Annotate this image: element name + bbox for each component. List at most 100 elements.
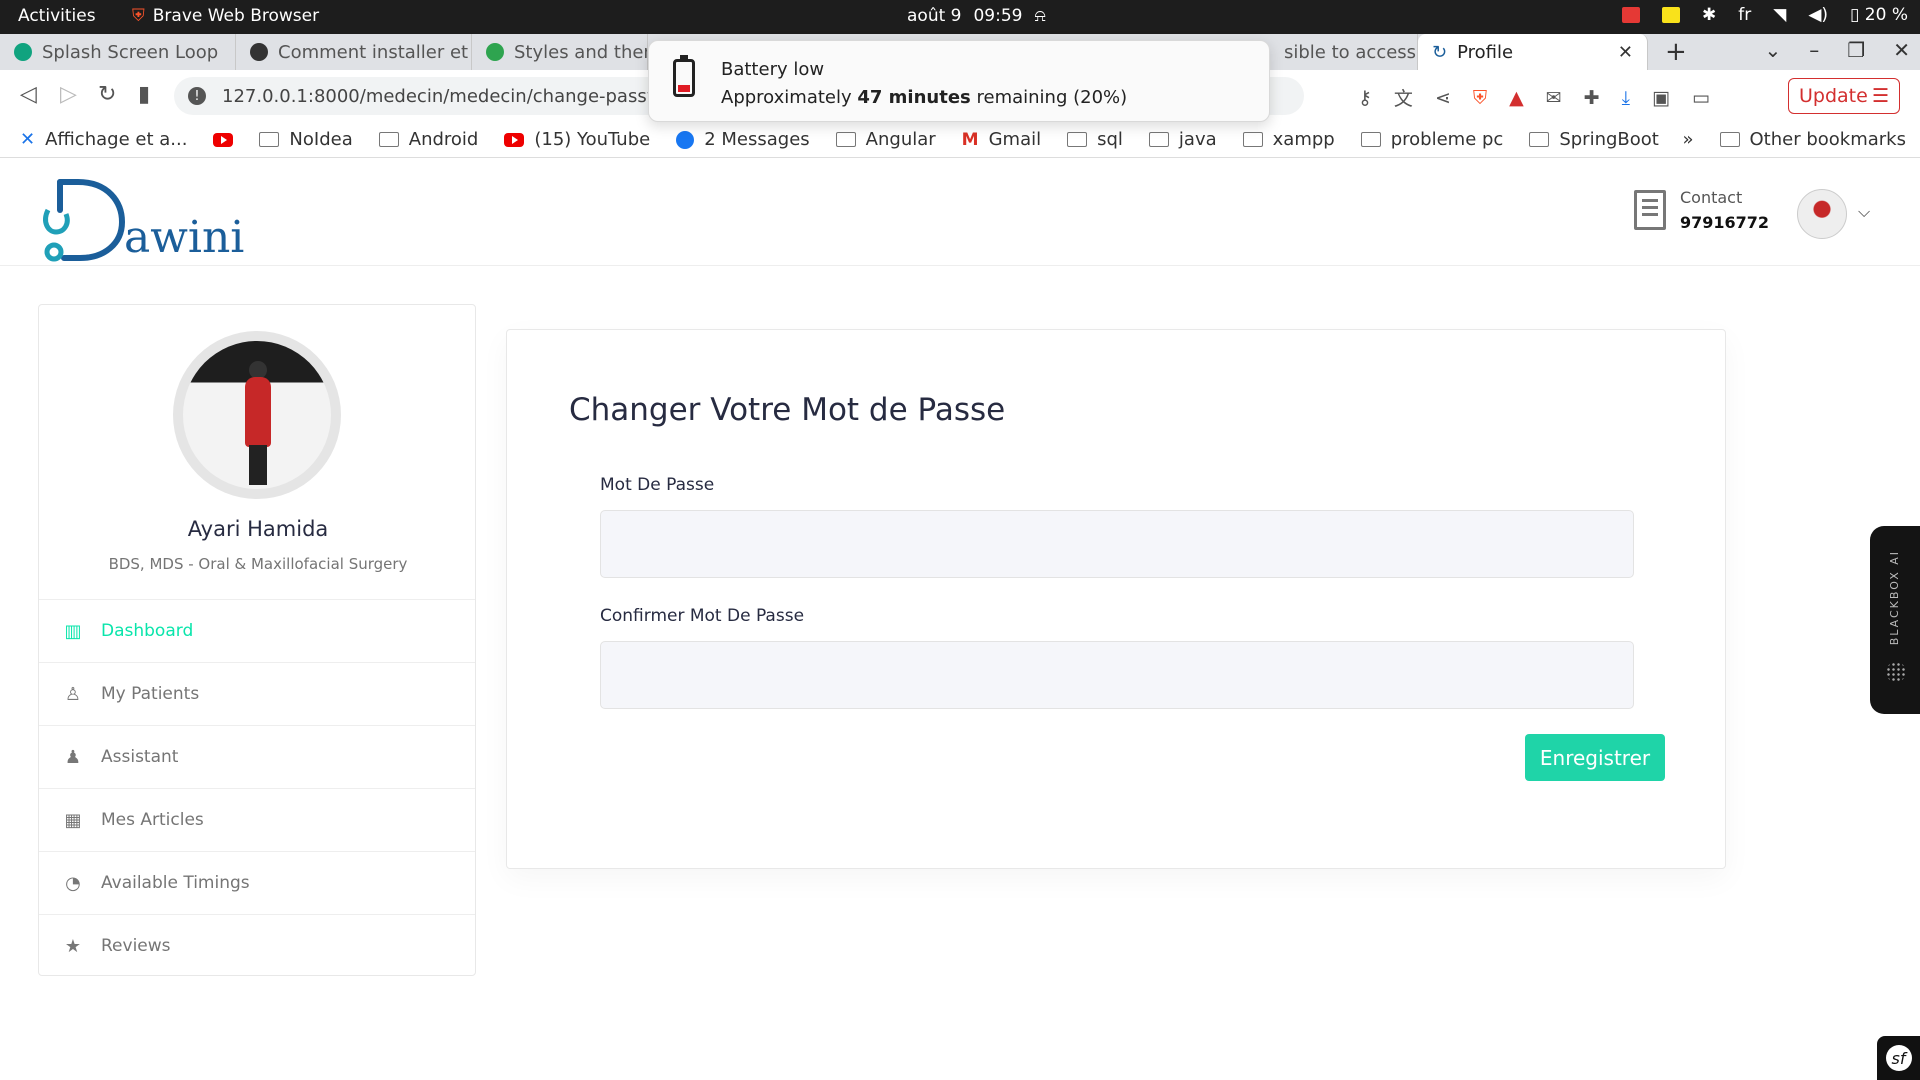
sidebar-item-dashboard[interactable]: ▥ Dashboard	[39, 599, 475, 662]
blackbox-label: BLACKBOX AI	[1888, 550, 1901, 646]
facebook-icon	[676, 130, 695, 149]
profile-specialty: BDS, MDS - Oral & Maxillofacial Surgery	[108, 555, 408, 573]
key-icon[interactable]: ⚷	[1358, 87, 1372, 109]
close-tab-icon[interactable]: ✕	[1618, 42, 1633, 63]
mail-icon[interactable]: ✉	[1546, 87, 1562, 109]
bookmark-java[interactable]: java	[1148, 129, 1217, 150]
system-tray[interactable]: ✱ fr ◥ ◀) ▯ 20 %	[1622, 5, 1908, 25]
folder-icon	[835, 132, 856, 147]
notification-body: Approximately 47 minutes remaining (20%)	[721, 87, 1127, 108]
bookmark-label: sql	[1097, 129, 1123, 150]
sidebar-toggle-icon[interactable]: ▣	[1652, 87, 1670, 109]
bookmark-label: Android	[408, 129, 479, 150]
system-top-bar: Activities ⛨ Brave Web Browser août 9 09…	[0, 0, 1920, 34]
bookmark-probleme-pc[interactable]: probleme pc	[1360, 129, 1503, 150]
profile-photo	[183, 341, 331, 489]
bookmark-gmail[interactable]: M Gmail	[962, 129, 1041, 150]
app-name: Brave Web Browser	[152, 6, 320, 26]
reload-icon[interactable]: ↻	[98, 82, 116, 107]
password-input[interactable]	[600, 510, 1634, 578]
anydesk-icon[interactable]	[1622, 7, 1640, 23]
new-tab-button[interactable]: +	[1665, 37, 1687, 67]
tab-access[interactable]: sible to access a	[1270, 34, 1418, 70]
bookmark-xampp[interactable]: xampp	[1242, 129, 1335, 150]
sidebar-item-label: My Patients	[101, 684, 200, 704]
share-icon[interactable]: ⋖	[1435, 87, 1451, 109]
other-bookmarks[interactable]: Other bookmarks	[1719, 129, 1906, 150]
update-label: Update	[1799, 85, 1868, 107]
bookmark-angular[interactable]: Angular	[835, 129, 936, 150]
profile-name: Ayari Hamida	[187, 517, 329, 541]
maximize-icon[interactable]: ❐	[1847, 38, 1865, 62]
bookmark-messages[interactable]: 2 Messages	[676, 129, 810, 150]
linux-icon	[250, 43, 268, 61]
bookmark-android[interactable]: Android	[378, 129, 479, 150]
change-password-card: Changer Votre Mot de Passe Mot De Passe …	[506, 329, 1726, 869]
battery-notification[interactable]: Battery low Approximately 47 minutes rem…	[648, 40, 1270, 122]
contact-label: Contact	[1680, 188, 1743, 207]
tab-splash-screen-loop[interactable]: Splash Screen Loop	[0, 34, 236, 70]
date-label: août 9	[907, 6, 962, 26]
brave-shields-icon[interactable]: ⛨	[1473, 87, 1487, 109]
url-text[interactable]: 127.0.0.1:8000/medecin/medecin/change-pa…	[222, 86, 691, 107]
folder-icon	[1148, 132, 1169, 147]
more-bookmarks-button[interactable]: »	[1683, 129, 1694, 150]
language-indicator[interactable]: fr	[1738, 5, 1751, 25]
tab-search-icon[interactable]: ⌄	[1765, 38, 1782, 62]
user-avatar[interactable]	[1797, 189, 1847, 239]
window-close-icon[interactable]: ✕	[1893, 38, 1910, 62]
sidebar-item-mes-articles[interactable]: ▦ Mes Articles	[39, 788, 475, 851]
bookmark-noidea[interactable]: NoIdea	[259, 129, 353, 150]
bookmark-youtube-1[interactable]	[213, 132, 234, 147]
bookmark-sql[interactable]: sql	[1067, 129, 1123, 150]
bookmark-springboot[interactable]: SpringBoot	[1529, 129, 1659, 150]
bookmark-affichage[interactable]: ✕ Affichage et a...	[20, 129, 187, 150]
gmail-icon: M	[961, 129, 979, 150]
extensions-icon[interactable]: ✚	[1584, 87, 1600, 109]
assistant-icon: ♟	[64, 746, 82, 768]
chevron-down-icon[interactable]: ⌵	[1858, 202, 1870, 222]
back-icon[interactable]: ◁	[20, 82, 37, 107]
symfony-toolbar-toggle[interactable]: sf	[1877, 1036, 1920, 1080]
bookmarks-right: » Other bookmarks	[1683, 129, 1907, 150]
translate-icon[interactable]: 文	[1394, 84, 1413, 111]
bookmark-label: xampp	[1272, 129, 1335, 150]
bookmark-icon[interactable]: ▮	[138, 82, 150, 107]
site-info-icon[interactable]: !	[188, 87, 206, 105]
save-button[interactable]: Enregistrer	[1525, 734, 1665, 781]
blackbox-ai-widget[interactable]: BLACKBOX AI	[1870, 526, 1920, 714]
minimize-icon[interactable]: –	[1809, 38, 1819, 62]
menu-icon: ☰	[1871, 85, 1889, 107]
tab-comment-installer[interactable]: Comment installer et l	[236, 34, 472, 70]
tab-styles-and-themes[interactable]: Styles and them	[472, 34, 648, 70]
confirm-password-input[interactable]	[600, 641, 1634, 709]
accessibility-icon[interactable]: ✱	[1702, 5, 1716, 25]
sidebar-item-label: Mes Articles	[101, 810, 204, 830]
dashboard-icon: ▥	[64, 620, 82, 642]
profile-sidebar: Ayari Hamida BDS, MDS - Oral & Maxillofa…	[38, 304, 476, 976]
sidebar-item-my-patients[interactable]: ♙ My Patients	[39, 662, 475, 725]
update-button[interactable]: Update ☰	[1788, 78, 1900, 114]
bookmark-label: (15) YouTube	[534, 129, 651, 150]
bookmarks-bar: ✕ Affichage et a... NoIdea Android (15) Y…	[0, 122, 1920, 158]
brave-rewards-icon[interactable]: ▲	[1509, 87, 1524, 109]
activities-button[interactable]: Activities	[18, 6, 96, 26]
toolbar-icons: ⚷ 文 ⋖ ⛨ ▲ ✉ ✚ ⤓ ▣ ▭	[1358, 84, 1710, 111]
forward-icon[interactable]: ▷	[60, 82, 77, 107]
clock[interactable]: août 9 09:59 ⍾	[907, 6, 1046, 26]
tab-profile[interactable]: ↻ Profile ✕	[1418, 34, 1648, 70]
bookmark-youtube-2[interactable]: (15) YouTube	[504, 129, 650, 150]
confirm-password-label: Confirmer Mot De Passe	[600, 606, 805, 626]
bookmark-label: SpringBoot	[1559, 129, 1659, 150]
sidebar-item-reviews[interactable]: ★ Reviews	[39, 914, 475, 977]
wallet-icon[interactable]: ▭	[1692, 87, 1710, 109]
sidebar-item-available-timings[interactable]: ◔ Available Timings	[39, 851, 475, 914]
sidebar-item-label: Available Timings	[101, 873, 250, 893]
notes-icon[interactable]	[1662, 7, 1680, 23]
sidebar-item-assistant[interactable]: ♟ Assistant	[39, 725, 475, 788]
app-menu[interactable]: ⛨ Brave Web Browser	[132, 6, 319, 26]
download-icon[interactable]: ⤓	[1622, 87, 1630, 109]
bookmark-label: NoIdea	[289, 129, 353, 150]
bookmark-label: Angular	[865, 129, 936, 150]
dawini-logo[interactable]: awini	[38, 174, 248, 264]
